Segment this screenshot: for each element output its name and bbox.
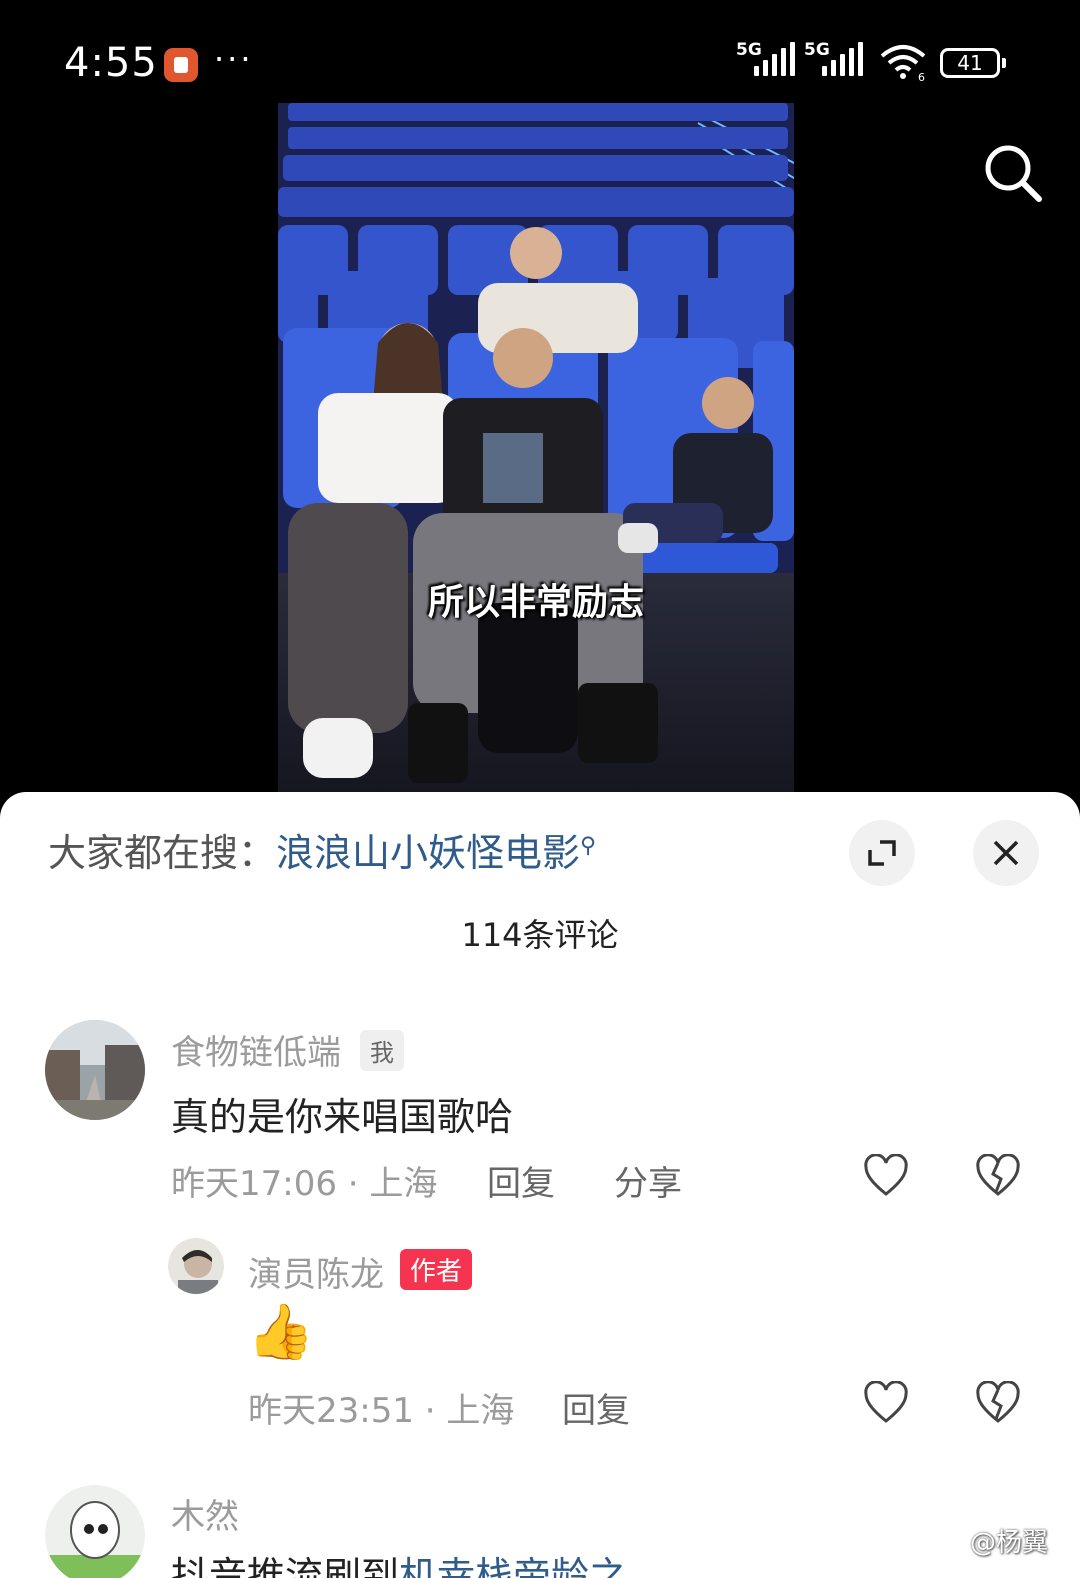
reply-like-icon[interactable] (863, 1381, 909, 1425)
weibo-watermark: @杨翼 (936, 1522, 1048, 1559)
video-player[interactable]: 所以非常励志 (278, 103, 794, 793)
me-tag: 我 (360, 1030, 404, 1071)
avatar-image (45, 1020, 145, 1120)
comment-sheet: 大家都在搜：浪浪山小妖怪电影⚲ 114条评论 食物链低端 我 真的是你来唱国歌哈… (0, 792, 1080, 1578)
network-type-label: 5G (736, 40, 762, 60)
video-caption: 所以非常励志 (427, 582, 644, 623)
avatar-3-image (45, 1485, 145, 1578)
comment-meta: 昨天17:06 · 上海 (171, 1164, 438, 1204)
app-notification-icon (164, 48, 198, 82)
avatar[interactable] (45, 1020, 145, 1120)
cellular-signal-icon-2: 5G (804, 40, 868, 80)
avatar-3[interactable] (45, 1485, 145, 1578)
comment-3-link[interactable]: 机幸栈帝龄之 (399, 1554, 627, 1578)
comment-username[interactable]: 食物链低端 (171, 1025, 341, 1074)
hot-search-bar[interactable]: 大家都在搜：浪浪山小妖怪电影⚲ (48, 822, 596, 877)
watermark-text: @杨翼 (970, 1528, 1049, 1558)
battery-icon: 41 (940, 48, 1006, 78)
comment-3-text-part: 抖音推流刷到 (171, 1554, 400, 1578)
share-button[interactable]: 分享 (614, 1156, 682, 1205)
weibo-logo-icon (936, 1532, 969, 1557)
comment-text: 真的是你来唱国歌哈 (171, 1095, 514, 1139)
close-icon (993, 840, 1019, 866)
search-icon[interactable] (982, 142, 1044, 204)
network-type-label-2: 5G (804, 40, 830, 60)
expand-button[interactable] (849, 820, 915, 886)
hot-search-prefix: 大家都在搜： (48, 831, 277, 875)
like-icon[interactable] (863, 1154, 909, 1198)
svg-text:6: 6 (918, 71, 925, 82)
expand-icon (868, 840, 896, 866)
dislike-icon[interactable] (975, 1154, 1021, 1198)
cellular-signal-icon: 5G (736, 40, 800, 80)
clock: 4:55 (64, 40, 158, 86)
comment-count: 114条评论 (461, 916, 619, 954)
reply-avatar-image (168, 1238, 224, 1294)
video-frame (278, 103, 794, 793)
reply-username[interactable]: 演员陈龙 (248, 1247, 384, 1296)
reply-dislike-icon[interactable] (975, 1381, 1021, 1425)
more-notifications-icon: ··· (214, 40, 254, 78)
wifi-icon: 6 (880, 45, 926, 82)
close-button[interactable] (973, 820, 1039, 886)
reply-meta: 昨天23:51 · 上海 (248, 1391, 515, 1431)
search-small-icon: ⚲ (580, 833, 597, 859)
reply-reply-button[interactable]: 回复 (562, 1383, 630, 1432)
comment-3-username[interactable]: 木然 (171, 1489, 239, 1538)
reply-button[interactable]: 回复 (487, 1156, 555, 1205)
reply-avatar[interactable] (168, 1238, 224, 1294)
reply-emoji: 👍 (247, 1300, 315, 1363)
comment-3-text: 抖音推流刷到机幸栈帝龄之 (171, 1545, 627, 1578)
hot-search-link[interactable]: 浪浪山小妖怪电影 (276, 831, 580, 875)
author-tag: 作者 (400, 1249, 473, 1290)
